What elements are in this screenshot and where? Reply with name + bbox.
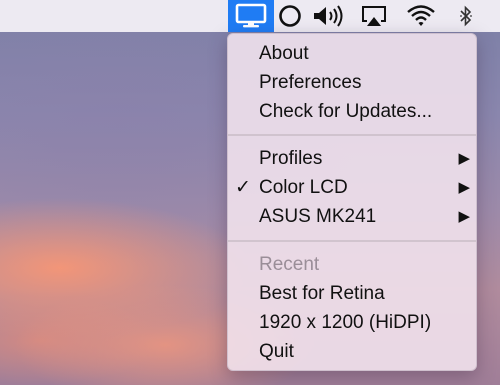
menu-item-quit[interactable]: Quit [228, 338, 476, 366]
volume-icon[interactable] [310, 0, 348, 32]
submenu-arrow-icon: ▶ [458, 208, 470, 225]
wifi-icon[interactable] [406, 0, 436, 32]
menu-item-label: Profiles [259, 148, 323, 169]
display-dropdown-menu: About Preferences Check for Updates... P… [227, 33, 477, 371]
menu-item-label: ASUS MK241 [259, 206, 377, 227]
menu-item-label: Check for Updates... [259, 101, 433, 122]
menu-item-best-for-retina[interactable]: Best for Retina [228, 280, 476, 308]
menu-item-label: Best for Retina [259, 283, 385, 304]
menu-header-recent: Recent [228, 251, 476, 279]
airplay-icon[interactable] [360, 0, 388, 32]
menu-item-color-lcd[interactable]: ✓ Color LCD ▶ [228, 174, 476, 202]
menu-item-label: Preferences [259, 72, 362, 93]
menu-item-label: Recent [259, 254, 320, 275]
menu-item-about[interactable]: About [228, 40, 476, 68]
menu-separator [228, 134, 476, 136]
menu-item-label: 1920 x 1200 (HiDPI) [259, 312, 432, 333]
menu-item-label: Quit [259, 341, 294, 362]
circle-icon[interactable] [278, 0, 302, 32]
menu-item-resolution[interactable]: 1920 x 1200 (HiDPI) [228, 309, 476, 337]
checkmark-icon: ✓ [235, 177, 251, 198]
display-icon[interactable] [228, 0, 274, 32]
menu-item-label: Color LCD [259, 177, 348, 198]
menu-item-profiles[interactable]: Profiles ▶ [228, 145, 476, 173]
bluetooth-icon[interactable] [456, 0, 476, 32]
submenu-arrow-icon: ▶ [458, 150, 470, 167]
menu-item-preferences[interactable]: Preferences [228, 69, 476, 97]
submenu-arrow-icon: ▶ [458, 179, 470, 196]
menu-bar [0, 0, 500, 32]
menu-separator [228, 240, 476, 242]
menu-item-label: About [259, 43, 309, 64]
menu-item-asus-mk241[interactable]: ASUS MK241 ▶ [228, 203, 476, 231]
menu-item-check-for-updates[interactable]: Check for Updates... [228, 98, 476, 126]
